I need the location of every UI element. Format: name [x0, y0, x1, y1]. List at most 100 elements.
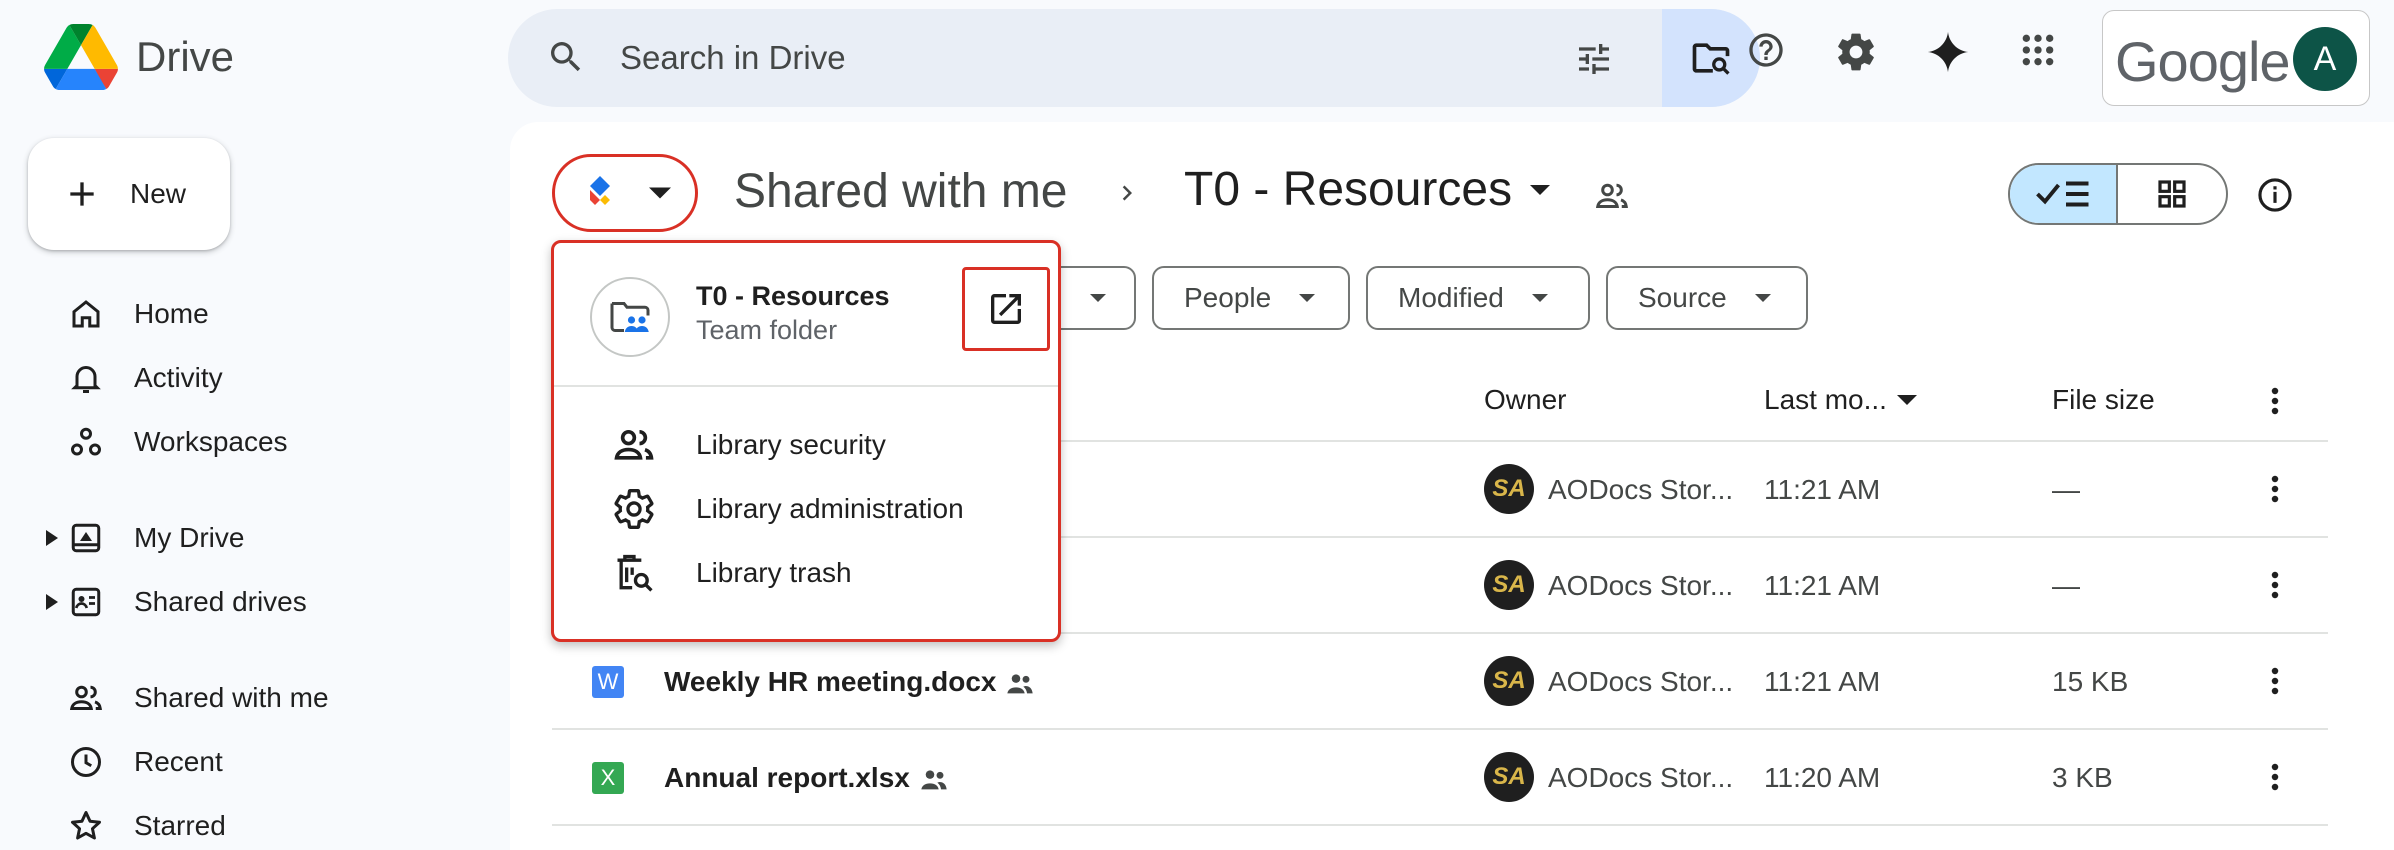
list-view-button[interactable] [2010, 165, 2118, 223]
size-cell: — [2052, 474, 2080, 505]
more-columns-kebab-icon[interactable] [2270, 386, 2280, 416]
people-filter-chip[interactable]: People [1152, 266, 1350, 330]
help-icon[interactable] [1746, 30, 1786, 70]
bell-icon [71, 366, 101, 393]
row-more-kebab-icon[interactable] [2270, 570, 2280, 600]
shared-people-icon [921, 770, 947, 790]
drive-logo[interactable]: Drive [44, 24, 234, 90]
owner-cell: AODocs Stor... [1548, 666, 1734, 697]
modified-cell: 11:21 AM [1764, 666, 1881, 697]
file-name[interactable]: Annual report.xlsx [664, 762, 910, 794]
grid-view-icon [2158, 180, 2186, 208]
shared-people-icon [1007, 674, 1033, 694]
sidebar-item-starred[interactable]: Starred [40, 798, 226, 850]
popup-subtitle: Team folder [696, 315, 838, 345]
modified-filter-chip[interactable]: Modified [1366, 266, 1590, 330]
search-bar[interactable] [508, 9, 1760, 107]
library-menu-button[interactable] [552, 154, 698, 232]
check-list-icon [2036, 181, 2089, 207]
open-in-new-icon [991, 294, 1021, 324]
sidebar-item-label: My Drive [134, 522, 245, 553]
account-switcher[interactable]: Google A [2102, 10, 2370, 106]
new-button[interactable]: New [28, 138, 230, 250]
row-more-kebab-icon[interactable] [2270, 474, 2280, 504]
menu-item-label: Library administration [696, 493, 964, 524]
expand-caret-icon[interactable] [46, 594, 58, 610]
search-options-icon[interactable] [1574, 39, 1614, 79]
owner-avatar: SA [1484, 752, 1534, 802]
my-drive-icon [71, 523, 101, 553]
file-size-column-header[interactable]: File size [2052, 384, 2155, 416]
gemini-sparkle-icon[interactable] [1926, 30, 1970, 74]
folder-search-icon [1692, 43, 1730, 75]
owner-avatar: SA [1484, 464, 1534, 514]
modified-cell: 11:21 AM [1764, 570, 1881, 601]
grid-view-button[interactable] [2118, 165, 2226, 223]
sidebar-item-home[interactable]: Home [40, 286, 209, 342]
library-administration-item[interactable]: Library administration [612, 485, 964, 533]
settings-gear-icon[interactable] [1834, 30, 1878, 74]
table-row[interactable]: X Annual report.xlsx SA AODocs Stor... 1… [552, 730, 2328, 824]
sidebar-item-shared-drives[interactable]: Shared drives [40, 574, 307, 630]
info-icon[interactable] [2256, 176, 2294, 214]
row-more-kebab-icon[interactable] [2270, 762, 2280, 792]
breadcrumb-current[interactable]: T0 - Resources [1184, 162, 1551, 217]
shared-drives-icon [71, 587, 101, 617]
people-icon [614, 429, 654, 460]
excel-sheet-icon: X [592, 762, 624, 794]
owner-avatar: SA [1484, 656, 1534, 706]
sidebar-item-label: Starred [134, 810, 226, 841]
sidebar-item-label: Shared drives [134, 586, 307, 617]
word-doc-icon: W [592, 666, 624, 698]
sidebar-item-label: Recent [134, 746, 223, 777]
team-folder-icon [610, 302, 650, 332]
size-cell: — [2052, 570, 2080, 601]
menu-item-label: Library security [696, 429, 886, 460]
file-name[interactable]: Weekly HR meeting.docx [664, 666, 996, 698]
aodocs-logo-icon [590, 176, 610, 205]
workspaces-icon [71, 427, 101, 456]
drive-logo-icon [44, 24, 118, 90]
open-in-new-button[interactable] [962, 267, 1050, 351]
size-cell: 15 KB [2052, 666, 2129, 697]
dropdown-arrow-icon [649, 187, 671, 199]
table-row[interactable]: W Weekly HR meeting.docx SA AODocs Stor.… [552, 634, 2328, 728]
chip-arrow-icon [1090, 294, 1106, 302]
last-modified-column-header[interactable]: Last mo... [1764, 384, 1917, 416]
size-cell: 3 KB [2052, 762, 2113, 793]
sidebar-item-shared-with-me[interactable]: Shared with me [40, 670, 329, 726]
chip-label: People [1184, 282, 1272, 313]
user-avatar[interactable]: A [2293, 27, 2357, 91]
chip-arrow-icon [1531, 294, 1548, 302]
sidebar-item-label: Home [134, 298, 209, 329]
chip-arrow-icon [1754, 294, 1771, 302]
row-more-kebab-icon[interactable] [2270, 666, 2280, 696]
trash-search-icon [617, 554, 653, 592]
popup-title: T0 - Resources [696, 281, 890, 311]
breadcrumb-parent[interactable]: Shared with me [734, 164, 1068, 219]
view-toggle[interactable] [2008, 163, 2228, 225]
sidebar-item-activity[interactable]: Activity [40, 350, 223, 406]
star-icon [71, 811, 101, 840]
gear-icon [614, 489, 654, 529]
chip-arrow-icon [1299, 294, 1316, 302]
sidebar-item-label: Shared with me [134, 682, 329, 713]
library-trash-item[interactable]: Library trash [612, 549, 852, 597]
owner-column-header[interactable]: Owner [1484, 384, 1566, 416]
shared-people-icon[interactable] [1594, 178, 1630, 214]
library-security-item[interactable]: Library security [612, 421, 886, 469]
plus-icon [70, 182, 94, 206]
owner-cell: AODocs Stor... [1548, 762, 1734, 793]
search-input[interactable] [620, 9, 1420, 107]
apps-grid-icon[interactable] [2018, 30, 2058, 70]
row-divider [552, 824, 2328, 826]
sidebar-item-recent[interactable]: Recent [40, 734, 223, 790]
search-icon[interactable] [546, 37, 586, 77]
new-button-label: New [130, 178, 187, 209]
owner-avatar: SA [1484, 560, 1534, 610]
source-filter-chip[interactable]: Source [1606, 266, 1808, 330]
sidebar-item-my-drive[interactable]: My Drive [40, 510, 244, 566]
expand-caret-icon[interactable] [46, 530, 58, 546]
app-name: Drive [136, 33, 235, 80]
sidebar-item-workspaces[interactable]: Workspaces [40, 414, 288, 470]
